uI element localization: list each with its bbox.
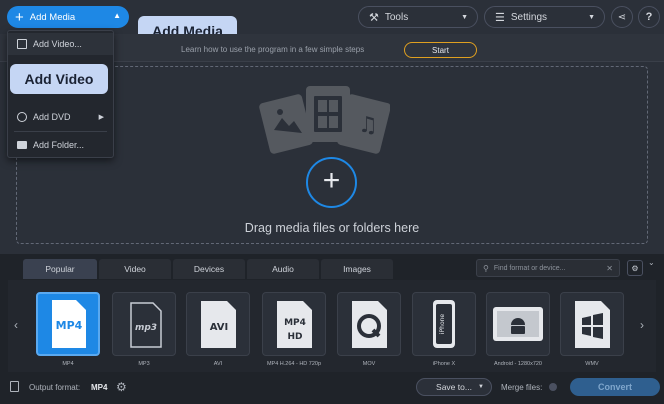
- format-badge: MP4: [56, 319, 83, 332]
- format-badge: MP4: [284, 318, 306, 328]
- share-icon: ⋖: [617, 11, 627, 23]
- menu-item-add-video[interactable]: Add Video...: [8, 33, 113, 55]
- svg-text:HD: HD: [287, 332, 302, 342]
- output-file-icon: [10, 381, 19, 392]
- output-settings-icon[interactable]: ⚙: [116, 380, 127, 394]
- chevron-down-icon: ▼: [588, 13, 595, 21]
- collapse-panel-icon[interactable]: ⌄: [648, 258, 655, 267]
- chevron-up-icon: ▲: [113, 11, 121, 20]
- tab-video[interactable]: Video: [99, 259, 171, 279]
- format-card-android[interactable]: [486, 292, 550, 356]
- add-media-button[interactable]: + Add Media ▲: [7, 6, 129, 28]
- tools-label: Tools: [384, 11, 409, 23]
- mp4-hd-icon: MP4 HD: [277, 301, 312, 348]
- share-button[interactable]: ⋖: [611, 6, 633, 28]
- tab-images[interactable]: Images: [321, 259, 393, 279]
- help-icon: ?: [645, 11, 653, 23]
- format-label-avi: AVI: [213, 361, 223, 367]
- add-files-button[interactable]: +: [306, 157, 357, 208]
- merge-files-toggle[interactable]: [549, 383, 557, 391]
- format-badge: AVI: [210, 322, 229, 333]
- scroll-left-arrow[interactable]: ‹: [14, 318, 18, 332]
- learn-text: Learn how to use the program in a few si…: [181, 45, 365, 54]
- format-card-mp4-hd[interactable]: MP4 HD: [262, 292, 326, 356]
- start-button[interactable]: Start: [404, 42, 477, 58]
- folder-icon: [17, 141, 27, 149]
- format-card-wmv[interactable]: [560, 292, 624, 356]
- save-to-button[interactable]: Save to... ▼: [416, 378, 492, 396]
- clear-icon[interactable]: ✕: [606, 264, 613, 273]
- format-label-wmv: WMV: [585, 361, 599, 367]
- format-badge: mp3: [135, 323, 157, 333]
- menu-item-label: Add Video...: [33, 39, 82, 49]
- tools-icon: ⚒: [369, 11, 379, 24]
- menu-item-label: Add DVD: [33, 112, 71, 122]
- file-settings-icon: ⚙: [631, 263, 639, 273]
- android-icon: [493, 307, 543, 341]
- format-settings-button[interactable]: ⚙: [627, 260, 643, 276]
- menu-item-add-folder[interactable]: Add Folder...: [8, 134, 113, 156]
- add-media-menu: Add Video... Add DVD ▶ Add Folder...: [7, 30, 114, 158]
- format-label-android: Android - 1280x720: [493, 361, 542, 367]
- output-format-label: Output format:: [29, 383, 81, 392]
- chevron-down-icon: ▼: [478, 384, 484, 390]
- format-card-avi[interactable]: AVI: [186, 292, 250, 356]
- format-search[interactable]: ⚲ Find format or device... ✕: [476, 259, 620, 277]
- search-input[interactable]: Find format or device...: [494, 265, 566, 272]
- format-card-iphone-x[interactable]: iPhone: [412, 292, 476, 356]
- save-to-label: Save to...: [436, 382, 472, 392]
- format-label-mp4-hd: MP4 H.264 - HD 720p: [266, 361, 322, 367]
- mp3-icon: mp3: [130, 302, 162, 348]
- format-label-mp4: MP4: [62, 361, 74, 367]
- media-illustration: ♫: [259, 86, 390, 154]
- format-card-mp4[interactable]: MP4: [36, 292, 100, 356]
- format-label-mov: MOV: [362, 361, 376, 367]
- chevron-down-icon: ▼: [461, 13, 468, 21]
- add-media-label: Add Media: [29, 11, 76, 23]
- output-format-value: MP4: [91, 383, 108, 392]
- format-label-iphone-x: iPhone X: [432, 361, 456, 367]
- merge-files-label: Merge files:: [501, 383, 543, 392]
- dropzone-text: Drag media files or folders here: [244, 221, 420, 235]
- disc-icon: [17, 112, 27, 122]
- format-badge: iPhone: [439, 314, 446, 335]
- settings-button[interactable]: ☰ Settings ▼: [484, 6, 605, 28]
- menu-item-label: Add Folder...: [33, 140, 85, 150]
- help-button[interactable]: ?: [638, 6, 660, 28]
- svg-text:♫: ♫: [358, 113, 378, 138]
- quicktime-icon: [352, 301, 387, 348]
- format-card-mp3[interactable]: mp3: [112, 292, 176, 356]
- add-video-callout: Add Video: [10, 64, 108, 94]
- tab-popular[interactable]: Popular: [23, 259, 97, 279]
- convert-button[interactable]: Convert: [570, 378, 660, 396]
- settings-icon: ☰: [495, 11, 505, 24]
- tab-devices[interactable]: Devices: [173, 259, 245, 279]
- iphone-icon: iPhone: [433, 300, 455, 348]
- format-card-mov[interactable]: [337, 292, 401, 356]
- menu-item-add-dvd[interactable]: Add DVD ▶: [8, 106, 113, 128]
- tools-button[interactable]: ⚒ Tools ▼: [358, 6, 478, 28]
- search-icon: ⚲: [483, 263, 489, 273]
- chevron-right-icon: ▶: [98, 114, 104, 121]
- film-icon: [17, 39, 27, 49]
- plus-icon: +: [15, 8, 24, 26]
- formats-strip: [8, 280, 656, 372]
- windows-icon: [575, 301, 610, 348]
- tab-audio[interactable]: Audio: [247, 259, 319, 279]
- menu-divider: [14, 131, 107, 132]
- scroll-right-arrow[interactable]: ›: [640, 318, 644, 332]
- settings-label: Settings: [510, 11, 548, 23]
- avi-icon: AVI: [201, 301, 236, 348]
- format-label-mp3: MP3: [138, 361, 150, 367]
- mp4-icon: MP4: [52, 300, 86, 348]
- plus-icon: +: [322, 164, 341, 197]
